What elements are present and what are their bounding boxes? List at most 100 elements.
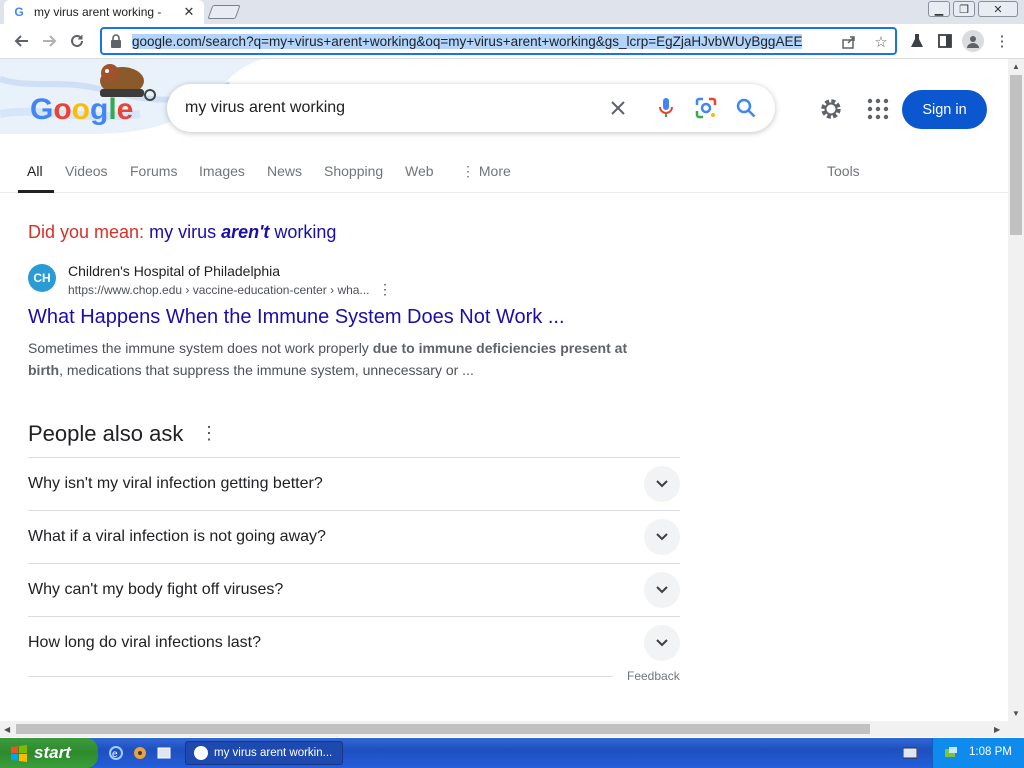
tab-news[interactable]: News [267, 163, 302, 179]
paa-question-item[interactable]: How long do viral infections last? [28, 616, 680, 669]
scroll-up-arrow-icon[interactable]: ▲ [1012, 62, 1020, 71]
address-bar[interactable]: google.com/search?q=my+virus+arent+worki… [100, 27, 897, 55]
tab-forums[interactable]: Forums [130, 163, 177, 179]
google-favicon-icon: G [14, 5, 24, 19]
snippet-text-2: , medications that suppress the immune s… [59, 362, 474, 378]
chevron-down-icon[interactable] [644, 466, 680, 502]
taskbar-item-label: my virus arent workin... [214, 747, 333, 759]
chrome-menu-icon[interactable]: ⋮ [992, 31, 1012, 51]
browser-toolbar: google.com/search?q=my+virus+arent+worki… [0, 24, 1024, 59]
paa-question-item[interactable]: Why isn't my viral infection getting bet… [28, 457, 680, 510]
browser-tab-active[interactable]: G my virus arent working - ✕ [4, 0, 204, 24]
chop-site-logo[interactable]: CH [28, 264, 56, 292]
forward-arrow-icon[interactable] [37, 29, 61, 53]
quick-launch-media-icon[interactable] [132, 745, 148, 761]
paa-question-text: What if a viral infection is not going a… [28, 528, 326, 545]
suggestion-emphasis: aren't [221, 222, 270, 242]
chrome-icon [194, 746, 208, 760]
voice-search-mic-icon[interactable] [654, 96, 678, 120]
minimize-window-icon[interactable]: ▁ [928, 1, 950, 17]
back-arrow-icon[interactable] [10, 29, 34, 53]
paa-question-item[interactable]: Why can't my body fight off viruses? [28, 563, 680, 616]
url-text[interactable]: google.com/search?q=my+virus+arent+worki… [132, 33, 832, 49]
tools-button[interactable]: Tools [827, 163, 860, 179]
people-also-ask-menu-icon[interactable]: ⋮ [200, 423, 218, 444]
tab-images[interactable]: Images [199, 163, 245, 179]
share-icon[interactable] [840, 33, 858, 51]
paa-question-item[interactable]: What if a viral infection is not going a… [28, 510, 680, 563]
chevron-down-icon[interactable] [644, 519, 680, 555]
google-lens-camera-icon[interactable] [694, 96, 718, 120]
result-url[interactable]: https://www.chop.edu › vaccine-education… [68, 283, 369, 297]
network-icon[interactable] [943, 745, 959, 761]
tab-shopping[interactable]: Shopping [324, 163, 383, 179]
quick-launch-ie-icon[interactable]: e [108, 745, 124, 761]
result-more-options-icon[interactable]: ⋮ [378, 281, 392, 298]
settings-gear-icon[interactable] [818, 96, 844, 122]
google-apps-grid-icon[interactable] [866, 97, 890, 121]
profile-avatar-icon[interactable] [962, 30, 984, 52]
scroll-left-arrow-icon[interactable]: ◀ [4, 725, 10, 734]
chevron-down-icon[interactable] [644, 572, 680, 608]
did-you-mean-suggestion-link[interactable]: my virus aren't working [149, 222, 336, 242]
reload-icon[interactable] [65, 29, 89, 53]
lock-icon[interactable] [110, 34, 122, 48]
suggestion-after: working [274, 222, 337, 242]
result-snippet: Sometimes the immune system does not wor… [28, 337, 648, 381]
taskbar-chrome-window[interactable]: my virus arent workin... [185, 741, 343, 765]
paa-question-text: Why isn't my viral infection getting bet… [28, 475, 323, 492]
more-kebab-icon: ⋮ [461, 163, 479, 179]
svg-text:Google: Google [30, 93, 133, 126]
side-panel-icon[interactable] [935, 31, 955, 51]
tab-more-label: More [478, 163, 511, 179]
tab-videos[interactable]: Videos [65, 163, 108, 179]
result-site-name[interactable]: Children's Hospital of Philadelphia [68, 263, 280, 279]
search-tabs-bar: All Videos Forums Images News Shopping W… [0, 157, 1008, 193]
system-tray: 1:08 PM [932, 738, 1024, 768]
horizontal-scrollbar[interactable]: ◀ ▶ [0, 721, 1024, 737]
paa-question-text: How long do viral infections last? [28, 634, 262, 651]
windows-flag-icon [11, 745, 27, 762]
active-tab-indicator [18, 190, 54, 193]
tab-title: my virus arent working - [34, 5, 162, 19]
restore-window-icon[interactable]: ❐ [953, 1, 975, 17]
search-results-page: Google my virus arent working Sign in Al… [0, 59, 1008, 721]
search-query-text[interactable]: my virus arent working [185, 99, 775, 117]
tab-web[interactable]: Web [405, 163, 434, 179]
did-you-mean: Did you mean: my virus aren't working [28, 222, 336, 243]
snippet-bold-2: birth [28, 362, 60, 378]
vertical-scrollbar[interactable]: ▲ ▼ [1008, 59, 1024, 721]
search-magnifier-icon[interactable] [734, 96, 758, 120]
bookmark-star-icon[interactable]: ☆ [872, 33, 890, 51]
did-you-mean-label: Did you mean: [28, 222, 145, 242]
result-title-link[interactable]: What Happens When the Immune System Does… [28, 306, 565, 329]
quick-launch-desktop-icon[interactable] [156, 745, 172, 761]
svg-text:e: e [112, 749, 118, 760]
tab-more[interactable]: ⋮ More [461, 163, 511, 180]
scroll-right-arrow-icon[interactable]: ▶ [994, 725, 1000, 734]
people-also-ask-list: Why isn't my viral infection getting bet… [28, 457, 680, 669]
labs-flask-icon[interactable] [907, 31, 927, 51]
start-button[interactable]: start [0, 738, 98, 768]
people-also-ask-heading: People also ask [28, 421, 184, 446]
tab-strip: G my virus arent working - ✕ ▁ ❐ ✕ [0, 0, 1024, 24]
taskbar: start e my virus arent workin... 1:08 PM [0, 738, 1024, 768]
search-box[interactable]: my virus arent working [167, 84, 775, 132]
feedback-link[interactable]: Feedback [627, 669, 680, 683]
close-window-icon[interactable]: ✕ [978, 1, 1018, 17]
clear-search-icon[interactable] [606, 96, 630, 120]
suggestion-before: my virus [149, 222, 217, 242]
new-tab-button[interactable] [207, 5, 241, 19]
chevron-down-icon[interactable] [644, 625, 680, 661]
clock: 1:08 PM [969, 746, 1012, 758]
snippet-text-1: Sometimes the immune system does not wor… [28, 340, 373, 356]
divider [28, 676, 613, 677]
sign-in-button[interactable]: Sign in [902, 90, 987, 129]
horizontal-scrollbar-thumb[interactable] [16, 724, 870, 734]
snippet-bold-1: due to immune deficiencies present at [372, 340, 628, 356]
tab-close-icon[interactable]: ✕ [182, 4, 196, 20]
keyboard-icon[interactable] [903, 747, 917, 759]
vertical-scrollbar-thumb[interactable] [1010, 75, 1022, 235]
tab-all[interactable]: All [27, 163, 43, 179]
scroll-down-arrow-icon[interactable]: ▼ [1012, 709, 1020, 718]
